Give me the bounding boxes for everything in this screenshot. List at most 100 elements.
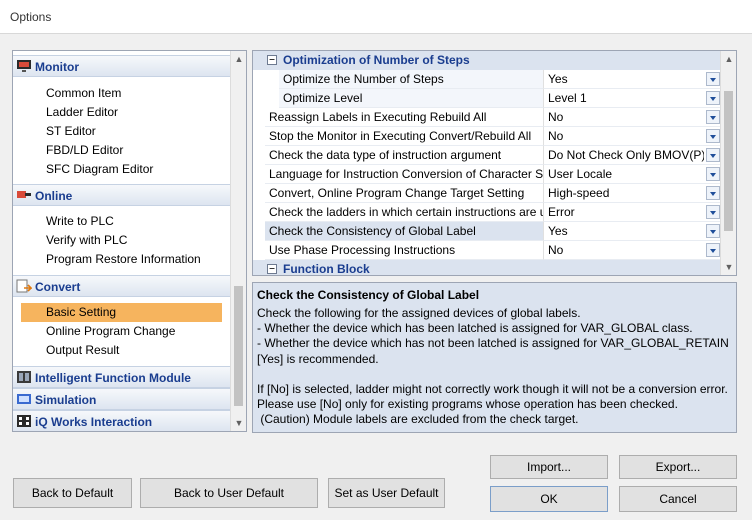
property-row[interactable]: Stop the Monitor in Executing Convert/Re…	[253, 127, 722, 146]
nav-scrollbar[interactable]: ▲ ▼	[230, 51, 246, 431]
property-name: Check the Consistency of Global Label	[265, 222, 544, 241]
nav-item-basic-setting[interactable]: Basic Setting	[21, 303, 222, 322]
nav-item-output-result[interactable]: Output Result	[46, 341, 119, 360]
category-label: iQ Works Interaction	[35, 415, 153, 429]
property-value-text: User Locale	[548, 167, 613, 181]
property-value[interactable]: No	[544, 127, 722, 146]
section-function-block[interactable]: – Function Block	[253, 260, 722, 276]
dropdown-arrow-icon[interactable]	[706, 186, 720, 200]
nav-item-st-editor[interactable]: ST Editor	[46, 122, 96, 141]
dropdown-arrow-icon[interactable]	[706, 91, 720, 105]
dropdown-arrow-icon[interactable]	[706, 167, 720, 181]
dropdown-arrow-icon[interactable]	[706, 224, 720, 238]
description-pane: Check the Consistency of Global Label Ch…	[252, 282, 737, 433]
property-value-text: Level 1	[548, 91, 587, 105]
dropdown-arrow-icon[interactable]	[706, 72, 720, 86]
property-name: Check the ladders in which certain instr…	[265, 203, 544, 222]
property-value[interactable]: Yes	[544, 70, 722, 89]
property-row[interactable]: Optimize Level Level 1	[253, 89, 722, 108]
property-row-selected[interactable]: Check the Consistency of Global Label Ye…	[253, 222, 722, 241]
iq-works-icon	[17, 415, 31, 427]
nav-item-ladder-editor[interactable]: Ladder Editor	[46, 103, 118, 122]
convert-icon	[16, 279, 32, 293]
nav-item-fbd-ld-editor[interactable]: FBD/LD Editor	[46, 141, 123, 160]
property-value[interactable]: Error	[544, 203, 722, 222]
import-button[interactable]: Import...	[490, 455, 608, 479]
property-value[interactable]: Yes	[544, 222, 722, 241]
dropdown-arrow-icon[interactable]	[706, 129, 720, 143]
scroll-thumb[interactable]	[724, 91, 733, 231]
property-value-text: Error	[548, 205, 575, 219]
scroll-down-icon[interactable]: ▼	[231, 415, 246, 431]
collapse-icon[interactable]: –	[267, 55, 277, 65]
property-value-text: Do Not Check Only BMOV(P),FMOV(P)	[548, 148, 704, 162]
set-as-user-default-button[interactable]: Set as User Default	[328, 478, 445, 508]
cancel-button[interactable]: Cancel	[619, 486, 737, 512]
property-row[interactable]: Language for Instruction Conversion of C…	[253, 165, 722, 184]
property-value[interactable]: Do Not Check Only BMOV(P),FMOV(P)	[544, 146, 722, 165]
category-label: Convert	[35, 280, 81, 294]
property-value[interactable]: No	[544, 108, 722, 127]
grid-scrollbar[interactable]: ▲ ▼	[720, 51, 736, 275]
property-row[interactable]: Check the data type of instruction argum…	[253, 146, 722, 165]
property-value-text: Yes	[548, 72, 568, 86]
options-category-tree[interactable]: Monitor Common Item Ladder Editor ST Edi…	[12, 50, 247, 432]
online-icon	[17, 191, 31, 198]
ok-button[interactable]: OK	[490, 486, 608, 512]
property-value-text: No	[548, 243, 564, 257]
category-monitor[interactable]: Monitor	[13, 55, 231, 77]
category-convert[interactable]: Convert	[13, 275, 231, 297]
section-optimization-of-number-of-steps[interactable]: – Optimization of Number of Steps	[253, 51, 722, 70]
property-name: Convert, Online Program Change Target Se…	[265, 184, 544, 203]
nav-item-sfc-diagram-editor[interactable]: SFC Diagram Editor	[46, 160, 153, 179]
nav-item-online-program-change[interactable]: Online Program Change	[46, 322, 175, 341]
property-value[interactable]: User Locale	[544, 165, 722, 184]
dropdown-arrow-icon[interactable]	[706, 205, 720, 219]
section-label: Function Block	[283, 262, 370, 276]
dropdown-arrow-icon[interactable]	[706, 148, 720, 162]
property-row[interactable]: Use Phase Processing Instructions No	[253, 241, 722, 260]
property-name: Optimize the Number of Steps	[279, 70, 544, 89]
nav-item-common-item[interactable]: Common Item	[46, 84, 121, 103]
title-bar: Options	[0, 0, 752, 34]
property-value[interactable]: No	[544, 241, 722, 260]
property-name: Reassign Labels in Executing Rebuild All	[265, 108, 544, 127]
module-icon	[17, 371, 31, 383]
property-value[interactable]: High-speed	[544, 184, 722, 203]
category-intelligent-function-module[interactable]: Intelligent Function Module	[13, 366, 231, 388]
scroll-up-icon[interactable]: ▲	[721, 51, 736, 67]
property-name: Check the data type of instruction argum…	[265, 146, 544, 165]
property-grid[interactable]: – Optimization of Number of Steps Optimi…	[252, 50, 737, 276]
collapse-icon[interactable]: –	[267, 264, 277, 274]
description-title: Check the Consistency of Global Label	[257, 288, 480, 302]
simulation-icon	[17, 394, 31, 404]
property-name: Language for Instruction Conversion of C…	[265, 165, 544, 184]
dropdown-arrow-icon[interactable]	[706, 243, 720, 257]
property-value-text: No	[548, 129, 564, 143]
category-online[interactable]: Online	[13, 184, 231, 206]
property-row[interactable]: Check the ladders in which certain instr…	[253, 203, 722, 222]
property-value[interactable]: Level 1	[544, 89, 722, 108]
property-row[interactable]: Reassign Labels in Executing Rebuild All…	[253, 108, 722, 127]
property-name: Use Phase Processing Instructions	[265, 241, 544, 260]
description-body: Check the following for the assigned dev…	[257, 306, 729, 427]
scroll-up-icon[interactable]: ▲	[231, 51, 246, 67]
nav-item-program-restore-information[interactable]: Program Restore Information	[46, 250, 201, 269]
property-value-text: High-speed	[548, 186, 610, 200]
nav-item-write-to-plc[interactable]: Write to PLC	[46, 212, 114, 231]
category-iq-works-interaction[interactable]: iQ Works Interaction	[13, 410, 231, 431]
property-value-text: No	[548, 110, 564, 124]
property-name: Stop the Monitor in Executing Convert/Re…	[265, 127, 544, 146]
scroll-thumb[interactable]	[234, 286, 243, 406]
nav-item-verify-with-plc[interactable]: Verify with PLC	[46, 231, 127, 250]
property-row[interactable]: Optimize the Number of Steps Yes	[253, 70, 722, 89]
property-row[interactable]: Convert, Online Program Change Target Se…	[253, 184, 722, 203]
back-to-user-default-button[interactable]: Back to User Default	[140, 478, 318, 508]
dropdown-arrow-icon[interactable]	[706, 110, 720, 124]
monitor-icon	[17, 60, 31, 72]
export-button[interactable]: Export...	[619, 455, 737, 479]
property-value-text: Yes	[548, 224, 568, 238]
back-to-default-button[interactable]: Back to Default	[13, 478, 132, 508]
category-simulation[interactable]: Simulation	[13, 388, 231, 410]
scroll-down-icon[interactable]: ▼	[721, 259, 736, 275]
